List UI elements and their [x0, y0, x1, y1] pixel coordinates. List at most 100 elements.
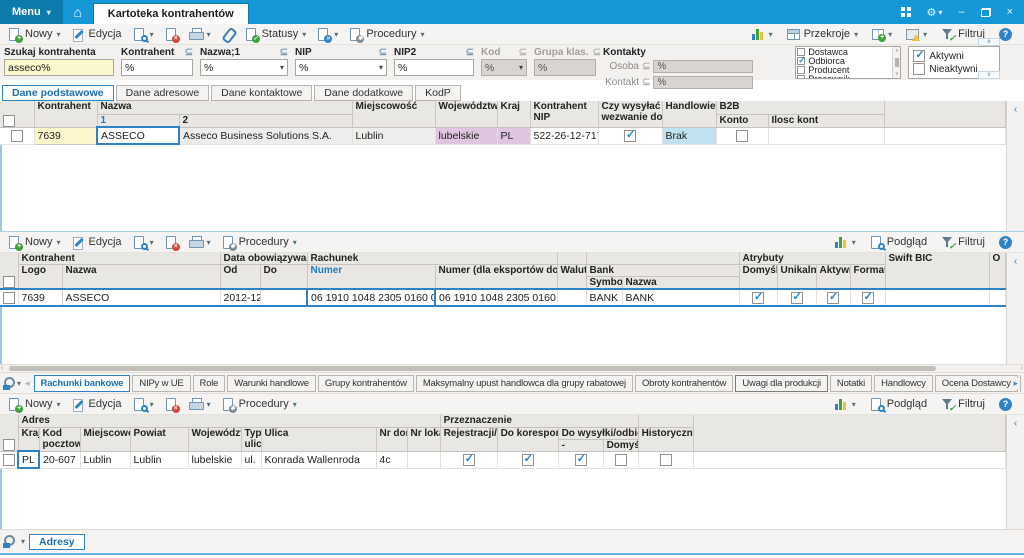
add-view-button[interactable]: ▾ — [868, 28, 896, 41]
row-checkbox[interactable] — [11, 130, 23, 142]
tab-ocena-dostawcy[interactable]: Ocena Dostawcy — [935, 375, 1018, 392]
cell-wojewodztwo[interactable]: lubelskie — [435, 127, 497, 144]
locate-icon[interactable] — [3, 377, 17, 390]
tab-role[interactable]: Role — [193, 375, 226, 392]
attachments-button[interactable] — [218, 27, 238, 42]
col-unikalny[interactable]: Unikalny — [777, 265, 816, 290]
cell-unikalny[interactable] — [777, 289, 816, 306]
edit-button[interactable]: Edycja — [68, 27, 126, 42]
col-miejscowosc[interactable]: Miejscowość — [80, 427, 130, 451]
tab-warunki-handlowe[interactable]: Warunki handlowe — [227, 375, 316, 392]
col-kontrahent[interactable]: Kontrahent — [34, 101, 97, 127]
cell-czy-wysylac[interactable] — [598, 127, 662, 144]
checkbox[interactable] — [522, 454, 534, 466]
select-all-checkbox[interactable] — [3, 276, 15, 288]
help-button[interactable] — [995, 397, 1016, 412]
tab-dane-dodatkowe[interactable]: Dane dodatkowe — [314, 85, 413, 101]
scrollbar-vertical[interactable]: ∧∨ — [892, 47, 900, 78]
tab-dane-podstawowe[interactable]: Dane podstawowe — [2, 85, 114, 101]
preview-button[interactable]: Podgląd — [866, 235, 931, 250]
col-nr-lokalu[interactable]: Nr lokalu — [407, 427, 440, 451]
search-doc-button[interactable]: ▾ — [129, 235, 158, 250]
tabs-scroll-right-icon[interactable]: ▸ — [1011, 378, 1018, 389]
chevron-down-icon[interactable]: ▾ — [293, 238, 297, 247]
search-contractor-input[interactable]: asseco% — [4, 59, 114, 76]
colgroup-b2b[interactable]: B2B — [716, 101, 884, 114]
col-wojewodztwo[interactable]: Województwo — [435, 101, 497, 127]
reports-button[interactable]: ▾ — [902, 28, 931, 41]
edit-button[interactable]: Edycja — [68, 235, 126, 250]
col-ulica[interactable]: Ulica — [261, 427, 376, 451]
col-nr-domu[interactable]: Nr domu — [376, 427, 407, 451]
checkbox[interactable] — [797, 75, 805, 79]
col-b2b-ilosc[interactable]: Ilosc kont — [768, 114, 884, 127]
col-domyslny[interactable]: Domyślny — [739, 265, 777, 290]
checkbox[interactable] — [624, 130, 636, 142]
cell-numer-eksport[interactable]: 06 1910 1048 2305 0160 0168 0001 — [435, 289, 557, 306]
col-do[interactable]: Do — [260, 265, 307, 290]
chevron-down-icon[interactable]: ▾ — [769, 30, 773, 39]
col-rejestracji[interactable]: Rejestracji/zam. — [440, 427, 497, 451]
analysis-chart-button[interactable]: ▾ — [831, 235, 860, 249]
horizontal-scrollbar[interactable]: ‹ › — [0, 364, 1024, 372]
cell-numer-selected[interactable]: 06 1910 1048 2305 0160 0168 0001 — [307, 289, 435, 306]
checkbox[interactable] — [797, 48, 805, 56]
edit-button[interactable]: Edycja — [68, 397, 126, 412]
collapse-panel-handle[interactable]: ‹ — [1006, 101, 1024, 231]
checkbox[interactable] — [463, 454, 475, 466]
procedures-button[interactable]: Procedury▾ — [218, 235, 301, 250]
osoba-filter-input[interactable]: % — [653, 60, 753, 73]
cell-miejscowosc[interactable]: Lublin — [352, 127, 435, 144]
chevron-down-icon[interactable]: ▾ — [57, 30, 61, 39]
chevron-down-icon[interactable]: ▾ — [280, 63, 284, 72]
chevron-down-icon[interactable]: ▾ — [150, 400, 154, 409]
aktywni-option[interactable]: Aktywni — [913, 50, 995, 62]
filter-button[interactable]: Filtruj — [937, 235, 989, 250]
restore-button[interactable] — [974, 8, 998, 17]
checkbox[interactable] — [752, 292, 764, 304]
collapse-panel-handle[interactable]: ‹ — [1006, 415, 1024, 529]
col-numer[interactable]: Numer — [307, 265, 435, 290]
cell-bank-symbol[interactable]: BANK — [586, 289, 622, 306]
col-swift-bic[interactable]: Swift BIC — [885, 253, 989, 289]
expand-filter-chevron[interactable]: ∨ — [978, 71, 1000, 79]
colgroup-przeznaczenie[interactable]: Przeznaczenie — [440, 415, 638, 427]
grupa-filter-input[interactable]: % — [534, 59, 596, 76]
checkbox[interactable] — [913, 63, 925, 75]
cell-typ-ulicy[interactable]: ul. — [241, 451, 261, 468]
tabs-scroll-left-icon[interactable]: ◂ — [25, 378, 30, 389]
cell-kod[interactable]: 20-607 — [39, 451, 80, 468]
cell-aktywny[interactable] — [816, 289, 850, 306]
col-handlowiec[interactable]: Handlowiec — [662, 101, 716, 127]
new-button[interactable]: Nowy▾ — [4, 235, 65, 250]
print-button[interactable]: ▾ — [185, 235, 215, 249]
col-format[interactable]: Format — [850, 265, 885, 290]
print-button[interactable]: ▾ — [185, 397, 215, 411]
col-kraj[interactable]: Kraj — [18, 427, 39, 451]
chevron-down-icon[interactable]: ▾ — [150, 238, 154, 247]
chevron-down-icon[interactable]: ▾ — [420, 30, 424, 39]
cell-nr-domu[interactable]: 4c — [376, 451, 407, 468]
document-tab-kartoteka[interactable]: Kartoteka kontrahentów — [93, 3, 249, 24]
print-button[interactable]: ▾ — [185, 27, 215, 41]
checkbox[interactable] — [660, 454, 672, 466]
cell-bank-nazwa[interactable]: BANK — [622, 289, 739, 306]
nip2-filter-input[interactable]: % — [394, 59, 474, 76]
cell-nazwa1-selected[interactable]: ASSECO — [97, 127, 179, 144]
tab-kodp[interactable]: KodP — [415, 85, 461, 101]
select-all-checkbox[interactable] — [3, 115, 15, 127]
chevron-down-icon[interactable]: ▾ — [888, 30, 892, 39]
col-kod-pocztowy[interactable]: Kodpocztowy — [39, 427, 80, 451]
col-kraj[interactable]: Kraj — [497, 101, 530, 127]
tab-maksymalny-upust[interactable]: Maksymalny upust handlowca dla grupy rab… — [416, 375, 633, 392]
chevron-down-icon[interactable]: ▾ — [207, 400, 211, 409]
cell-swift[interactable] — [885, 289, 989, 306]
cell-domyslny[interactable] — [739, 289, 777, 306]
cell-handlowiec[interactable]: Brak — [662, 127, 716, 144]
cell-korespondencji[interactable] — [497, 451, 558, 468]
col-bank-nazwa[interactable]: Nazwa — [622, 277, 739, 290]
delete-button[interactable] — [161, 397, 182, 412]
colgroup-rachunek[interactable]: Rachunek — [307, 253, 557, 265]
tab-nipy-w-ue[interactable]: NIPy w UE — [132, 375, 190, 392]
col-typ-ulicy[interactable]: Typulicy — [241, 427, 261, 451]
